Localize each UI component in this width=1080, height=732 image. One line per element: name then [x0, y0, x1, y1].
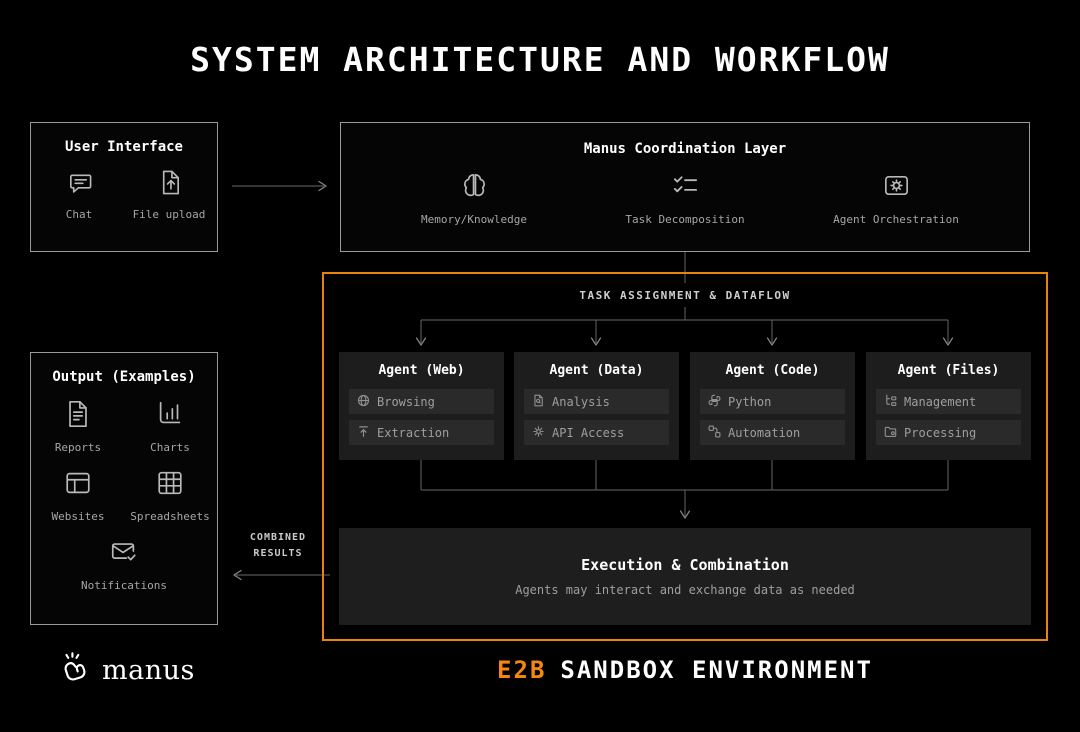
capability-label: Browsing: [377, 395, 435, 409]
memory-knowledge-label: Memory/Knowledge: [421, 212, 527, 228]
capability-extraction: Extraction: [349, 420, 494, 445]
agent-code-card: Agent (Code) Python Automation: [690, 352, 855, 460]
websites-label: Websites: [52, 509, 105, 525]
e2b-label: E2B: [497, 656, 546, 684]
capability-management: Management: [876, 389, 1021, 414]
folder-gear-icon: [884, 425, 897, 441]
agent-web-card: Agent (Web) Browsing Extraction: [339, 352, 504, 460]
reports-item: Reports: [40, 399, 116, 456]
capability-label: Extraction: [377, 426, 449, 440]
bar-chart-icon: [155, 399, 185, 433]
manus-logo-icon: [58, 650, 92, 690]
capability-label: Automation: [728, 426, 800, 440]
workflow-icon: [708, 425, 721, 441]
coordination-layer-box: Manus Coordination Layer Memory/Knowledg…: [340, 122, 1030, 252]
execution-subtitle: Agents may interact and exchange data as…: [515, 583, 855, 597]
chat-label: Chat: [66, 207, 93, 223]
task-decomposition-label: Task Decomposition: [625, 212, 744, 228]
charts-label: Charts: [150, 440, 190, 456]
chat-icon: [66, 169, 93, 200]
python-icon: [708, 394, 721, 410]
notifications-item: Notifications: [49, 537, 199, 594]
brand-name: manus: [102, 655, 195, 686]
combined-results-label: COMBINED RESULTS: [230, 530, 326, 561]
architecture-diagram: SYSTEM ARCHITECTURE AND WORKFLOW User In…: [0, 0, 1080, 732]
globe-icon: [357, 394, 370, 410]
checklist-icon: [670, 170, 701, 205]
capability-python: Python: [700, 389, 845, 414]
spreadsheets-item: Spreadsheets: [132, 468, 208, 525]
mail-check-icon: [109, 537, 139, 571]
orchestration-icon: [881, 170, 912, 205]
agent-orchestration-label: Agent Orchestration: [833, 212, 959, 228]
agent-data-card: Agent (Data) Analysis API Access: [514, 352, 679, 460]
output-title: Output (Examples): [31, 369, 217, 385]
page-title: SYSTEM ARCHITECTURE AND WORKFLOW: [0, 40, 1080, 79]
agent-orchestration-item: Agent Orchestration: [821, 170, 971, 228]
output-examples-box: Output (Examples) Reports: [30, 352, 218, 625]
sandbox-environment-label: SANDBOX ENVIRONMENT: [560, 656, 873, 684]
task-decomposition-item: Task Decomposition: [610, 170, 760, 228]
agent-files-card: Agent (Files) Management Processing: [866, 352, 1031, 460]
agent-web-title: Agent (Web): [349, 363, 494, 378]
sandbox-footer: E2B SANDBOX ENVIRONMENT: [322, 656, 1048, 684]
spreadsheets-label: Spreadsheets: [130, 509, 209, 525]
chat-item: Chat: [42, 169, 116, 223]
capability-label: Management: [904, 395, 976, 409]
websites-item: Websites: [40, 468, 116, 525]
capability-processing: Processing: [876, 420, 1021, 445]
capability-label: Processing: [904, 426, 976, 440]
execution-combination-box: Execution & Combination Agents may inter…: [339, 528, 1031, 625]
table-grid-icon: [155, 468, 185, 502]
extract-up-icon: [357, 425, 370, 441]
brand: manus: [58, 650, 195, 690]
brain-icon: [459, 170, 490, 205]
charts-item: Charts: [132, 399, 208, 456]
memory-knowledge-item: Memory/Knowledge: [399, 170, 549, 228]
user-interface-title: User Interface: [31, 139, 217, 155]
user-interface-box: User Interface Chat: [30, 122, 218, 252]
coordination-layer-title: Manus Coordination Layer: [341, 141, 1029, 157]
report-icon: [63, 399, 93, 433]
file-upload-item: File upload: [132, 169, 206, 223]
capability-label: Analysis: [552, 395, 610, 409]
capability-api-access: API Access: [524, 420, 669, 445]
notifications-label: Notifications: [81, 578, 167, 594]
gear-icon: [532, 425, 545, 441]
capability-label: API Access: [552, 426, 624, 440]
agent-data-title: Agent (Data): [524, 363, 669, 378]
capability-label: Python: [728, 395, 771, 409]
agent-files-title: Agent (Files): [876, 363, 1021, 378]
agent-code-title: Agent (Code): [700, 363, 845, 378]
list-tree-icon: [884, 394, 897, 410]
browser-window-icon: [63, 468, 93, 502]
file-search-icon: [532, 394, 545, 410]
reports-label: Reports: [55, 440, 101, 456]
execution-title: Execution & Combination: [581, 556, 789, 574]
capability-analysis: Analysis: [524, 389, 669, 414]
capability-automation: Automation: [700, 420, 845, 445]
file-upload-label: File upload: [133, 207, 206, 223]
capability-browsing: Browsing: [349, 389, 494, 414]
task-assignment-label: TASK ASSIGNMENT & DATAFLOW: [322, 289, 1048, 302]
file-upload-icon: [156, 169, 183, 200]
